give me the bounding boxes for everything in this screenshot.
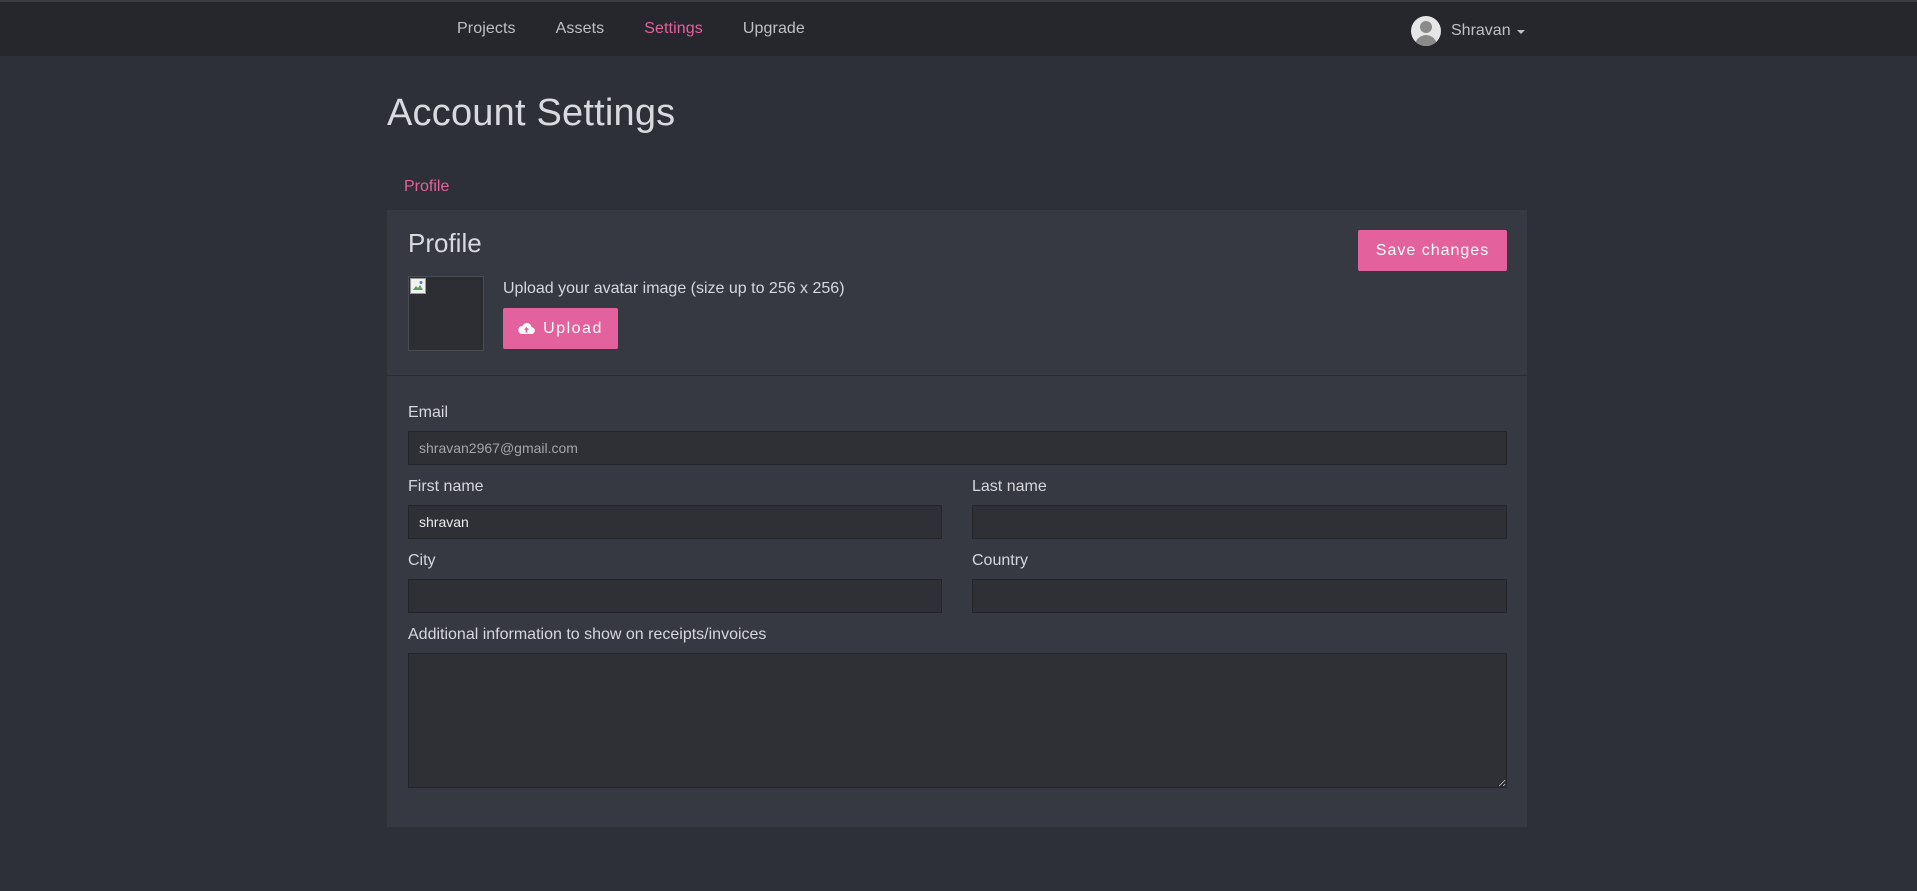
tab-profile[interactable]: Profile [389, 174, 465, 212]
city-label: City [408, 552, 436, 569]
email-field[interactable] [408, 431, 1507, 465]
email-label: Email [408, 404, 449, 421]
last-name-label: Last name [972, 478, 1047, 495]
first-name-label: First name [408, 478, 484, 495]
additional-info-textarea[interactable] [408, 653, 1507, 788]
country-label: Country [972, 552, 1029, 569]
avatar-preview [408, 276, 484, 351]
city-field[interactable] [408, 579, 942, 613]
nav-link-settings[interactable]: Settings [644, 20, 703, 38]
last-name-field[interactable] [972, 505, 1507, 539]
settings-tabs: Profile [389, 174, 465, 212]
page-title: Account Settings [387, 92, 676, 134]
cloud-upload-icon [518, 322, 535, 335]
user-name: Shravan [1451, 22, 1511, 39]
upload-instructions: Upload your avatar image (size up to 256… [503, 280, 845, 297]
top-navbar: Projects Assets Settings Upgrade Shravan [0, 0, 1917, 56]
upload-button[interactable]: Upload [503, 308, 618, 349]
profile-panel: Profile Save changes Upload your avatar … [387, 210, 1527, 827]
nav-links: Projects Assets Settings Upgrade [457, 2, 845, 56]
user-avatar-icon [1411, 16, 1441, 46]
caret-down-icon [1516, 30, 1525, 34]
additional-info-label: Additional information to show on receip… [408, 626, 767, 643]
nav-link-assets[interactable]: Assets [556, 20, 605, 38]
user-menu[interactable]: Shravan [1411, 16, 1525, 46]
country-field[interactable] [972, 579, 1507, 613]
save-changes-button[interactable]: Save changes [1358, 230, 1507, 271]
nav-link-upgrade[interactable]: Upgrade [743, 20, 805, 38]
avatar-section: Profile Save changes Upload your avatar … [387, 210, 1527, 376]
upload-button-label: Upload [543, 319, 603, 337]
nav-link-projects[interactable]: Projects [457, 20, 516, 38]
first-name-field[interactable] [408, 505, 942, 539]
section-title: Profile [408, 228, 482, 258]
broken-image-icon [410, 278, 426, 294]
